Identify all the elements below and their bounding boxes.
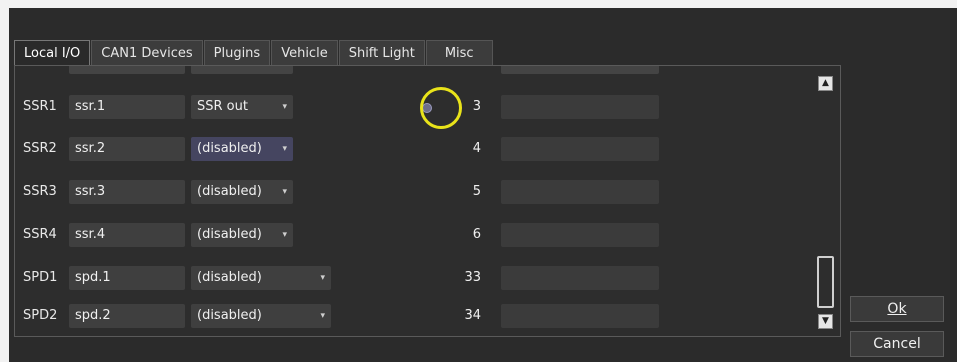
io-row-ssr4: SSR4 ssr.4 (disabled) ▾ 6 [15,223,815,249]
name-field[interactable]: ssr.2 [69,137,185,161]
scrolled-row-value [501,66,659,74]
tab-bar: Local I/O CAN1 Devices Plugins Vehicle S… [14,40,494,66]
pin-number: 33 [464,270,481,285]
tab-plugins[interactable]: Plugins [203,40,271,65]
row-label: SSR2 [23,141,57,156]
pin-number: 5 [472,184,481,199]
chevron-down-icon: ▾ [282,144,287,154]
io-row-spd2: SPD2 spd.2 (disabled) ▾ 34 [15,304,815,330]
value-field[interactable] [501,223,659,247]
name-field[interactable]: spd.1 [69,266,185,290]
pin-number: 6 [472,227,481,242]
mode-select[interactable]: (disabled) ▾ [191,304,331,328]
scrolled-row-field [69,66,185,74]
value-field[interactable] [501,266,659,290]
tab-can1-devices[interactable]: CAN1 Devices [91,40,203,65]
scrollbar-thumb[interactable] [817,256,834,308]
name-field[interactable]: ssr.3 [69,180,185,204]
name-field[interactable]: spd.2 [69,304,185,328]
row-label: SPD1 [23,270,58,285]
row-label: SSR3 [23,184,57,199]
row-label: SPD2 [23,308,58,323]
value-field[interactable] [501,180,659,204]
row-label: SSR1 [23,99,57,114]
chevron-down-icon: ▾ [282,187,287,197]
pin-number: 4 [472,141,481,156]
ok-button[interactable]: Ok [850,296,944,322]
value-field[interactable] [501,137,659,161]
io-row-ssr1: SSR1 ssr.1 SSR out ▾ 3 [15,95,815,121]
click-highlight-ring [420,87,462,129]
io-row-ssr2: SSR2 ssr.2 (disabled) ▾ 4 [15,137,815,163]
chevron-down-icon: ▾ [282,102,287,112]
mode-select[interactable]: (disabled) ▾ [191,266,331,290]
ok-button-label: Ok [887,301,907,317]
mode-select[interactable]: (disabled) ▾ [191,223,293,247]
pin-number: 34 [464,308,481,323]
cancel-button[interactable]: Cancel [850,331,944,357]
chevron-down-icon: ▾ [320,273,325,283]
mode-select[interactable]: (disabled) ▾ [191,137,293,161]
value-field[interactable] [501,304,659,328]
mode-select[interactable]: SSR out ▾ [191,95,293,119]
tab-vehicle[interactable]: Vehicle [271,40,338,65]
name-field[interactable]: ssr.1 [69,95,185,119]
value-field[interactable] [501,95,659,119]
window-left-border [0,0,9,362]
cancel-button-label: Cancel [873,336,921,352]
io-row-spd1: SPD1 spd.1 (disabled) ▾ 33 [15,266,815,292]
io-row-ssr3: SSR3 ssr.3 (disabled) ▾ 5 [15,180,815,206]
scrolled-row-select [191,66,293,74]
name-field[interactable]: ssr.4 [69,223,185,247]
chevron-down-icon: ▾ [320,311,325,321]
mode-select[interactable]: (disabled) ▾ [191,180,293,204]
window-top-border [0,0,957,8]
tab-local-io[interactable]: Local I/O [14,40,91,65]
chevron-down-icon: ▾ [282,230,287,240]
tab-misc[interactable]: Misc [425,40,493,65]
row-label: SSR4 [23,227,57,242]
scroll-down-icon[interactable]: ▼ [818,314,833,329]
tab-shift-light[interactable]: Shift Light [338,40,425,65]
scroll-up-icon[interactable]: ▲ [818,76,833,91]
